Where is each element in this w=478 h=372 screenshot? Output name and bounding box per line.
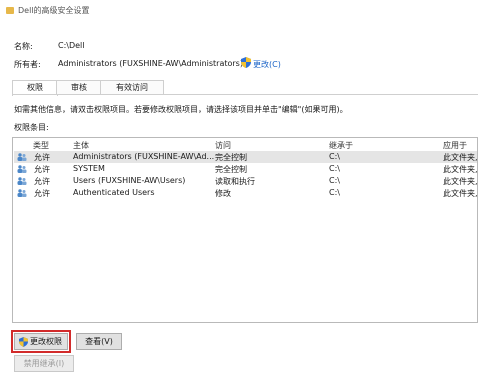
view-button[interactable]: 查看(V) [76,333,122,350]
permission-entries-table[interactable]: 类型 主体 访问 继承于 应用于 允许 Administrators (FUXS… [12,137,478,323]
table-row[interactable]: 允许 Users (FUXSHINE-AW\Users) 读取和执行 C:\ 此… [14,175,478,187]
table-row[interactable]: 允许 SYSTEM 完全控制 C:\ 此文件夹,... [14,163,478,175]
tab-auditing[interactable]: 审核 [56,80,102,95]
folder-icon [6,7,14,14]
cell-access: 修改 [215,189,231,198]
window-title: Dell的高级安全设置 [18,6,90,15]
cell-type: 允许 [34,165,50,174]
owner-value: Administrators (FUXSHINE-AW\Administrato… [58,59,243,68]
info-text: 如需其他信息，请双击权限项目。若要修改权限项目，请选择该项目并单击"编辑"(如果… [14,105,348,114]
table-row[interactable]: 允许 Administrators (FUXSHINE-AW\Ad... 完全控… [14,151,478,163]
cell-applies-to: 此文件夹,... [443,165,478,174]
cell-principal: SYSTEM [73,164,105,173]
column-header-access[interactable]: 访问 [215,140,231,151]
disable-inheritance-button[interactable]: 禁用继承(I) [14,355,74,372]
tab-divider [12,94,478,95]
owner-label: 所有者: [14,60,41,69]
cell-type: 允许 [34,177,50,186]
cell-access: 完全控制 [215,153,247,162]
permission-entries-label: 权限条目: [14,123,49,132]
change-permissions-button[interactable]: 更改权限 [11,330,71,353]
uac-shield-icon [241,57,251,68]
cell-type: 允许 [34,153,50,162]
users-icon [17,189,27,197]
table-row[interactable]: 允许 Authenticated Users 修改 C:\ 此文件夹,... [14,187,478,199]
cell-inherited-from: C:\ [329,176,340,185]
cell-inherited-from: C:\ [329,188,340,197]
change-permissions-label: 更改权限 [30,337,62,346]
users-icon [17,177,27,185]
column-header-applies-to[interactable]: 应用于 [443,140,467,151]
name-value: C:\Dell [58,41,85,50]
cell-inherited-from: C:\ [329,152,340,161]
cell-access: 完全控制 [215,165,247,174]
cell-principal: Administrators (FUXSHINE-AW\Ad... [73,152,215,161]
cell-principal: Authenticated Users [73,188,155,197]
cell-applies-to: 此文件夹,... [443,177,478,186]
cell-principal: Users (FUXSHINE-AW\Users) [73,176,186,185]
cell-applies-to: 此文件夹,... [443,153,478,162]
cell-access: 读取和执行 [215,177,255,186]
column-header-type[interactable]: 类型 [33,140,49,151]
change-owner-link[interactable]: 更改(C) [253,59,281,70]
column-header-principal[interactable]: 主体 [73,140,89,151]
title-bar: Dell的高级安全设置 [0,0,478,22]
cell-type: 允许 [34,189,50,198]
uac-shield-icon [19,337,28,347]
column-header-inherited-from[interactable]: 继承于 [329,140,353,151]
users-icon [17,153,27,161]
cell-inherited-from: C:\ [329,164,340,173]
tab-effective-access[interactable]: 有效访问 [100,80,164,95]
cell-applies-to: 此文件夹,... [443,189,478,198]
name-label: 名称: [14,42,33,51]
users-icon [17,165,27,173]
